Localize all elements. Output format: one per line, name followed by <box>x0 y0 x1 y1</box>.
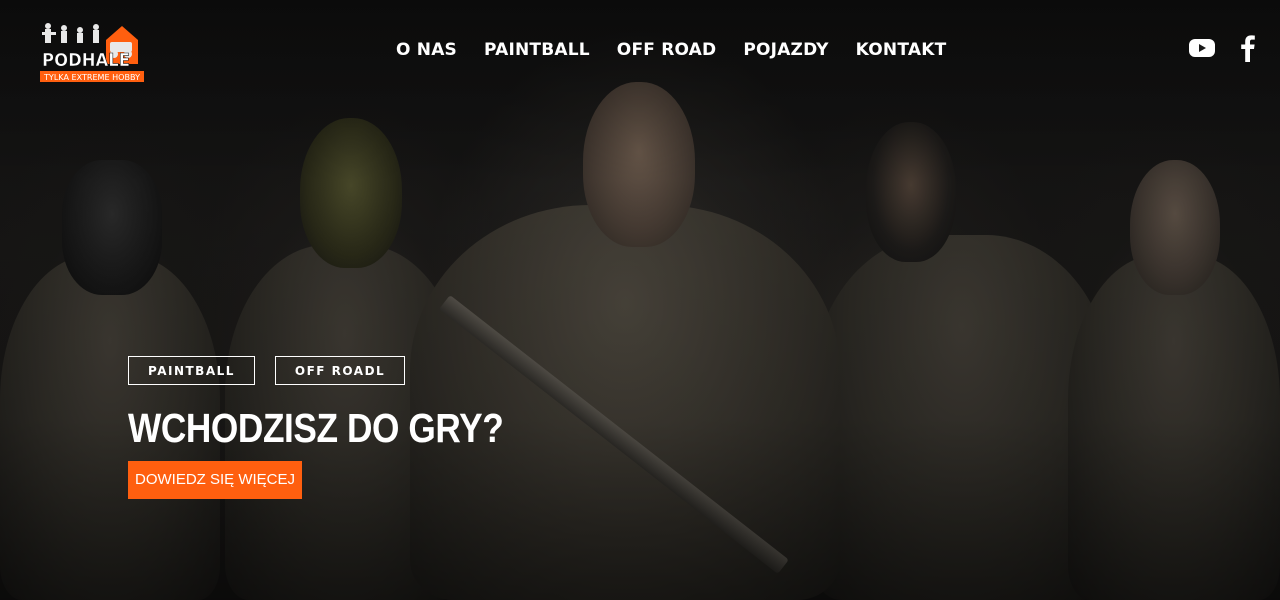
learn-more-button[interactable]: DOWIEDZ SIĘ WIĘCEJ <box>128 461 303 499</box>
tag-paintball[interactable]: PAINTBALL <box>128 356 255 385</box>
main-nav: O NAS PAINTBALL OFF ROAD POJAZDY KONTAKT <box>396 40 946 60</box>
nav-item-paintball[interactable]: PAINTBALL <box>484 40 590 60</box>
nav-item-o-nas[interactable]: O NAS <box>396 40 457 60</box>
hero-section: PODHALE TYLKA EXTREME HOBBY O NAS PAINTB… <box>0 0 1280 600</box>
youtube-icon[interactable] <box>1188 37 1216 63</box>
facebook-icon[interactable] <box>1240 34 1256 66</box>
nav-item-kontakt[interactable]: KONTAKT <box>856 40 947 60</box>
hero-headline: WCHODZISZ DO GRY? <box>128 405 504 451</box>
brand-logo[interactable]: PODHALE TYLKA EXTREME HOBBY <box>38 18 146 86</box>
tag-off-road[interactable]: OFF ROADL <box>274 356 406 385</box>
hero-tags: PAINTBALL OFF ROADL <box>128 356 406 385</box>
social-links <box>1188 34 1256 66</box>
brand-logo-tagline: TYLKA EXTREME HOBBY <box>43 73 140 82</box>
brand-logo-name: PODHALE <box>42 50 130 71</box>
nav-item-pojazdy[interactable]: POJAZDY <box>743 40 828 60</box>
nav-item-off-road[interactable]: OFF ROAD <box>617 40 717 60</box>
